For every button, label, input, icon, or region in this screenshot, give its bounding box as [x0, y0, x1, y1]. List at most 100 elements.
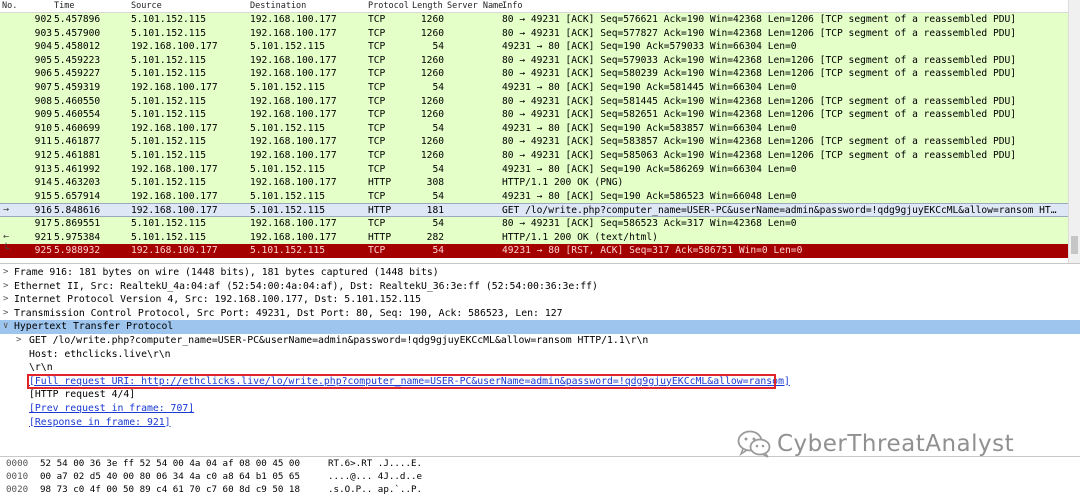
packet-rows: 902 5.457896 5.101.152.115 192.168.100.177 T… [0, 13, 1068, 258]
packet-row[interactable]: 906 5.459227 5.101.152.115 192.168.100.177 T… [0, 67, 1068, 81]
packet-destination: 5.101.152.115 [250, 41, 326, 53]
packet-source: 5.101.152.115 [131, 14, 207, 25]
packet-info: 80 → 49231 [ACK] Seq=577827 Ack=190 Win=… [502, 27, 1017, 39]
packet-source: 5.101.152.115 [131, 231, 207, 243]
packet-protocol: TCP [368, 81, 386, 93]
packet-length: 282 [426, 231, 444, 243]
packet-info: 80 → 49231 [ACK] Seq=581445 Ack=190 Win=… [502, 95, 1017, 107]
column-header-source[interactable]: Source [131, 1, 162, 11]
packet-row[interactable]: 917 5.869551 5.101.152.115 192.168.100.177 T… [0, 216, 1068, 231]
detail-tree-item[interactable]: \r\n [0, 361, 1080, 375]
packet-length: 1260 [420, 149, 444, 161]
packet-no: 914 [34, 177, 52, 189]
packet-length: 1260 [420, 136, 444, 148]
packet-row[interactable]: 915 5.657914 192.168.100.177 5.101.152.115 T… [0, 189, 1068, 204]
packet-time: 5.458012 [54, 41, 101, 53]
chevron-right-icon[interactable]: > [3, 307, 8, 321]
column-header-server-name[interactable]: Server Name [447, 1, 503, 11]
packet-row[interactable]: 911 5.461877 5.101.152.115 192.168.100.177 T… [0, 135, 1068, 149]
detail-tree-item[interactable]: ∨ Hypertext Transfer Protocol [0, 320, 1080, 334]
column-header-length[interactable]: Length [412, 1, 443, 11]
packet-protocol: TCP [368, 122, 386, 134]
detail-tree-item[interactable]: Host: ethclicks.live\r\n [0, 348, 1080, 362]
packet-row[interactable]: 902 5.457896 5.101.152.115 192.168.100.177 T… [0, 13, 1068, 27]
packet-info: 49231 → 80 [ACK] Seq=190 Ack=586269 Win=… [502, 163, 797, 175]
packet-list-scrollbar[interactable] [1068, 0, 1080, 263]
packet-no: 908 [34, 95, 52, 107]
packet-row[interactable]: 903 5.457900 5.101.152.115 192.168.100.177 T… [0, 26, 1068, 41]
packet-row[interactable]: ← 921 5.975384 5.101.152.115 192.168.100.177… [0, 230, 1068, 245]
hex-offset: 0020 [6, 484, 29, 495]
packet-no: 910 [34, 122, 52, 134]
packet-source: 5.101.152.115 [131, 27, 207, 39]
packet-length: 1260 [420, 95, 444, 107]
packet-protocol: TCP [368, 68, 386, 80]
detail-link[interactable]: [Response in frame: 921] [29, 416, 171, 430]
chevron-down-icon[interactable]: ∨ [3, 320, 8, 334]
packet-row[interactable]: → 916 5.848616 192.168.100.177 5.101.152.115… [0, 203, 1068, 217]
packet-destination: 192.168.100.177 [250, 109, 337, 121]
packet-bytes-pane[interactable]: 0000 52 54 00 36 3e ff 52 54 00 4a 04 af … [0, 456, 1080, 496]
chevron-right-icon[interactable]: > [3, 266, 8, 280]
packet-info: 49231 → 80 [ACK] Seq=190 Ack=579033 Win=… [502, 41, 797, 53]
packet-row[interactable]: └ 925 5.988932 192.168.100.177 5.101.152.115… [0, 244, 1068, 258]
packet-length: 54 [432, 122, 444, 134]
packet-protocol: TCP [368, 136, 386, 148]
column-header-protocol[interactable]: Protocol [368, 1, 409, 11]
packet-row[interactable]: 904 5.458012 192.168.100.177 5.101.152.115 T… [0, 40, 1068, 54]
packet-row[interactable]: 914 5.463203 5.101.152.115 192.168.100.177 H… [0, 176, 1068, 190]
column-header-no[interactable]: No. [2, 1, 17, 11]
column-header-destination[interactable]: Destination [250, 1, 306, 11]
chevron-right-icon[interactable]: > [3, 293, 8, 307]
detail-text: GET /lo/write.php?computer_name=USER-PC&… [29, 334, 649, 346]
detail-text: Internet Protocol Version 4, Src: 192.16… [14, 294, 421, 306]
packet-protocol: HTTP [368, 205, 392, 217]
packet-protocol: TCP [368, 245, 386, 257]
column-header-info[interactable]: Info [502, 1, 522, 11]
packet-source: 192.168.100.177 [131, 245, 218, 257]
packet-time: 5.657914 [54, 190, 101, 202]
packet-row[interactable]: 910 5.460699 192.168.100.177 5.101.152.115 T… [0, 121, 1068, 136]
packet-info: 80 → 49231 [ACK] Seq=582651 Ack=190 Win=… [502, 109, 1017, 121]
packet-no: 917 [34, 217, 52, 229]
packet-row[interactable]: 912 5.461881 5.101.152.115 192.168.100.177 T… [0, 148, 1068, 163]
packet-row[interactable]: 907 5.459319 192.168.100.177 5.101.152.115 T… [0, 80, 1068, 95]
packet-time: 5.460554 [54, 109, 101, 121]
detail-tree-item[interactable]: > Ethernet II, Src: RealtekU_4a:04:af (52… [0, 280, 1080, 294]
hex-row[interactable]: 0010 00 a7 02 d5 40 00 80 06 34 4a c0 a8 … [0, 470, 1080, 483]
detail-tree-item[interactable]: > Frame 916: 181 bytes on wire (1448 bits… [0, 266, 1080, 280]
scrollbar-thumb[interactable] [1071, 236, 1078, 254]
packet-source: 5.101.152.115 [131, 54, 207, 66]
packet-source: 192.168.100.177 [131, 205, 218, 217]
detail-text: Hypertext Transfer Protocol [14, 321, 174, 333]
packet-length: 1260 [420, 54, 444, 66]
packet-list-pane[interactable]: No. Time Source Destination Protocol Len… [0, 0, 1080, 264]
hex-offset: 0000 [6, 458, 29, 469]
detail-link[interactable]: [Prev request in frame: 707] [29, 402, 194, 416]
column-header-time[interactable]: Time [54, 1, 74, 11]
packet-row[interactable]: 909 5.460554 5.101.152.115 192.168.100.177 T… [0, 108, 1068, 122]
detail-text: Ethernet II, Src: RealtekU_4a:04:af (52:… [14, 280, 598, 292]
chevron-right-icon[interactable]: > [16, 334, 21, 348]
packet-source: 5.101.152.115 [131, 68, 207, 80]
detail-tree-item[interactable]: > GET /lo/write.php?computer_name=USER-PC… [0, 334, 1080, 348]
packet-info: GET /lo/write.php?computer_name=USER-PC&… [502, 205, 1057, 217]
detail-tree-item[interactable]: [HTTP request 4/4] [0, 388, 1080, 402]
detail-tree-item[interactable]: [Prev request in frame: 707] [0, 402, 1080, 416]
packet-no: 907 [34, 81, 52, 93]
packet-protocol: TCP [368, 217, 386, 229]
detail-text: Frame 916: 181 bytes on wire (1448 bits)… [14, 267, 439, 278]
chevron-right-icon[interactable]: > [3, 280, 8, 294]
detail-text: [HTTP request 4/4] [29, 389, 136, 401]
packet-row[interactable]: 908 5.460550 5.101.152.115 192.168.100.177 T… [0, 94, 1068, 109]
hex-row[interactable]: 0020 98 73 c0 4f 00 50 89 c4 61 70 c7 60 … [0, 483, 1080, 496]
packet-destination: 192.168.100.177 [250, 27, 337, 39]
packet-row[interactable]: 913 5.461992 192.168.100.177 5.101.152.115 T… [0, 162, 1068, 177]
detail-tree-item[interactable]: > Transmission Control Protocol, Src Port… [0, 307, 1080, 321]
detail-tree-item[interactable]: > Internet Protocol Version 4, Src: 192.1… [0, 293, 1080, 307]
packet-row[interactable]: 905 5.459223 5.101.152.115 192.168.100.177 T… [0, 53, 1068, 68]
packet-time: 5.463203 [54, 177, 101, 189]
packet-destination: 5.101.152.115 [250, 81, 326, 93]
packet-source: 192.168.100.177 [131, 163, 218, 175]
packet-details-pane[interactable]: > Frame 916: 181 bytes on wire (1448 bits… [0, 266, 1080, 454]
